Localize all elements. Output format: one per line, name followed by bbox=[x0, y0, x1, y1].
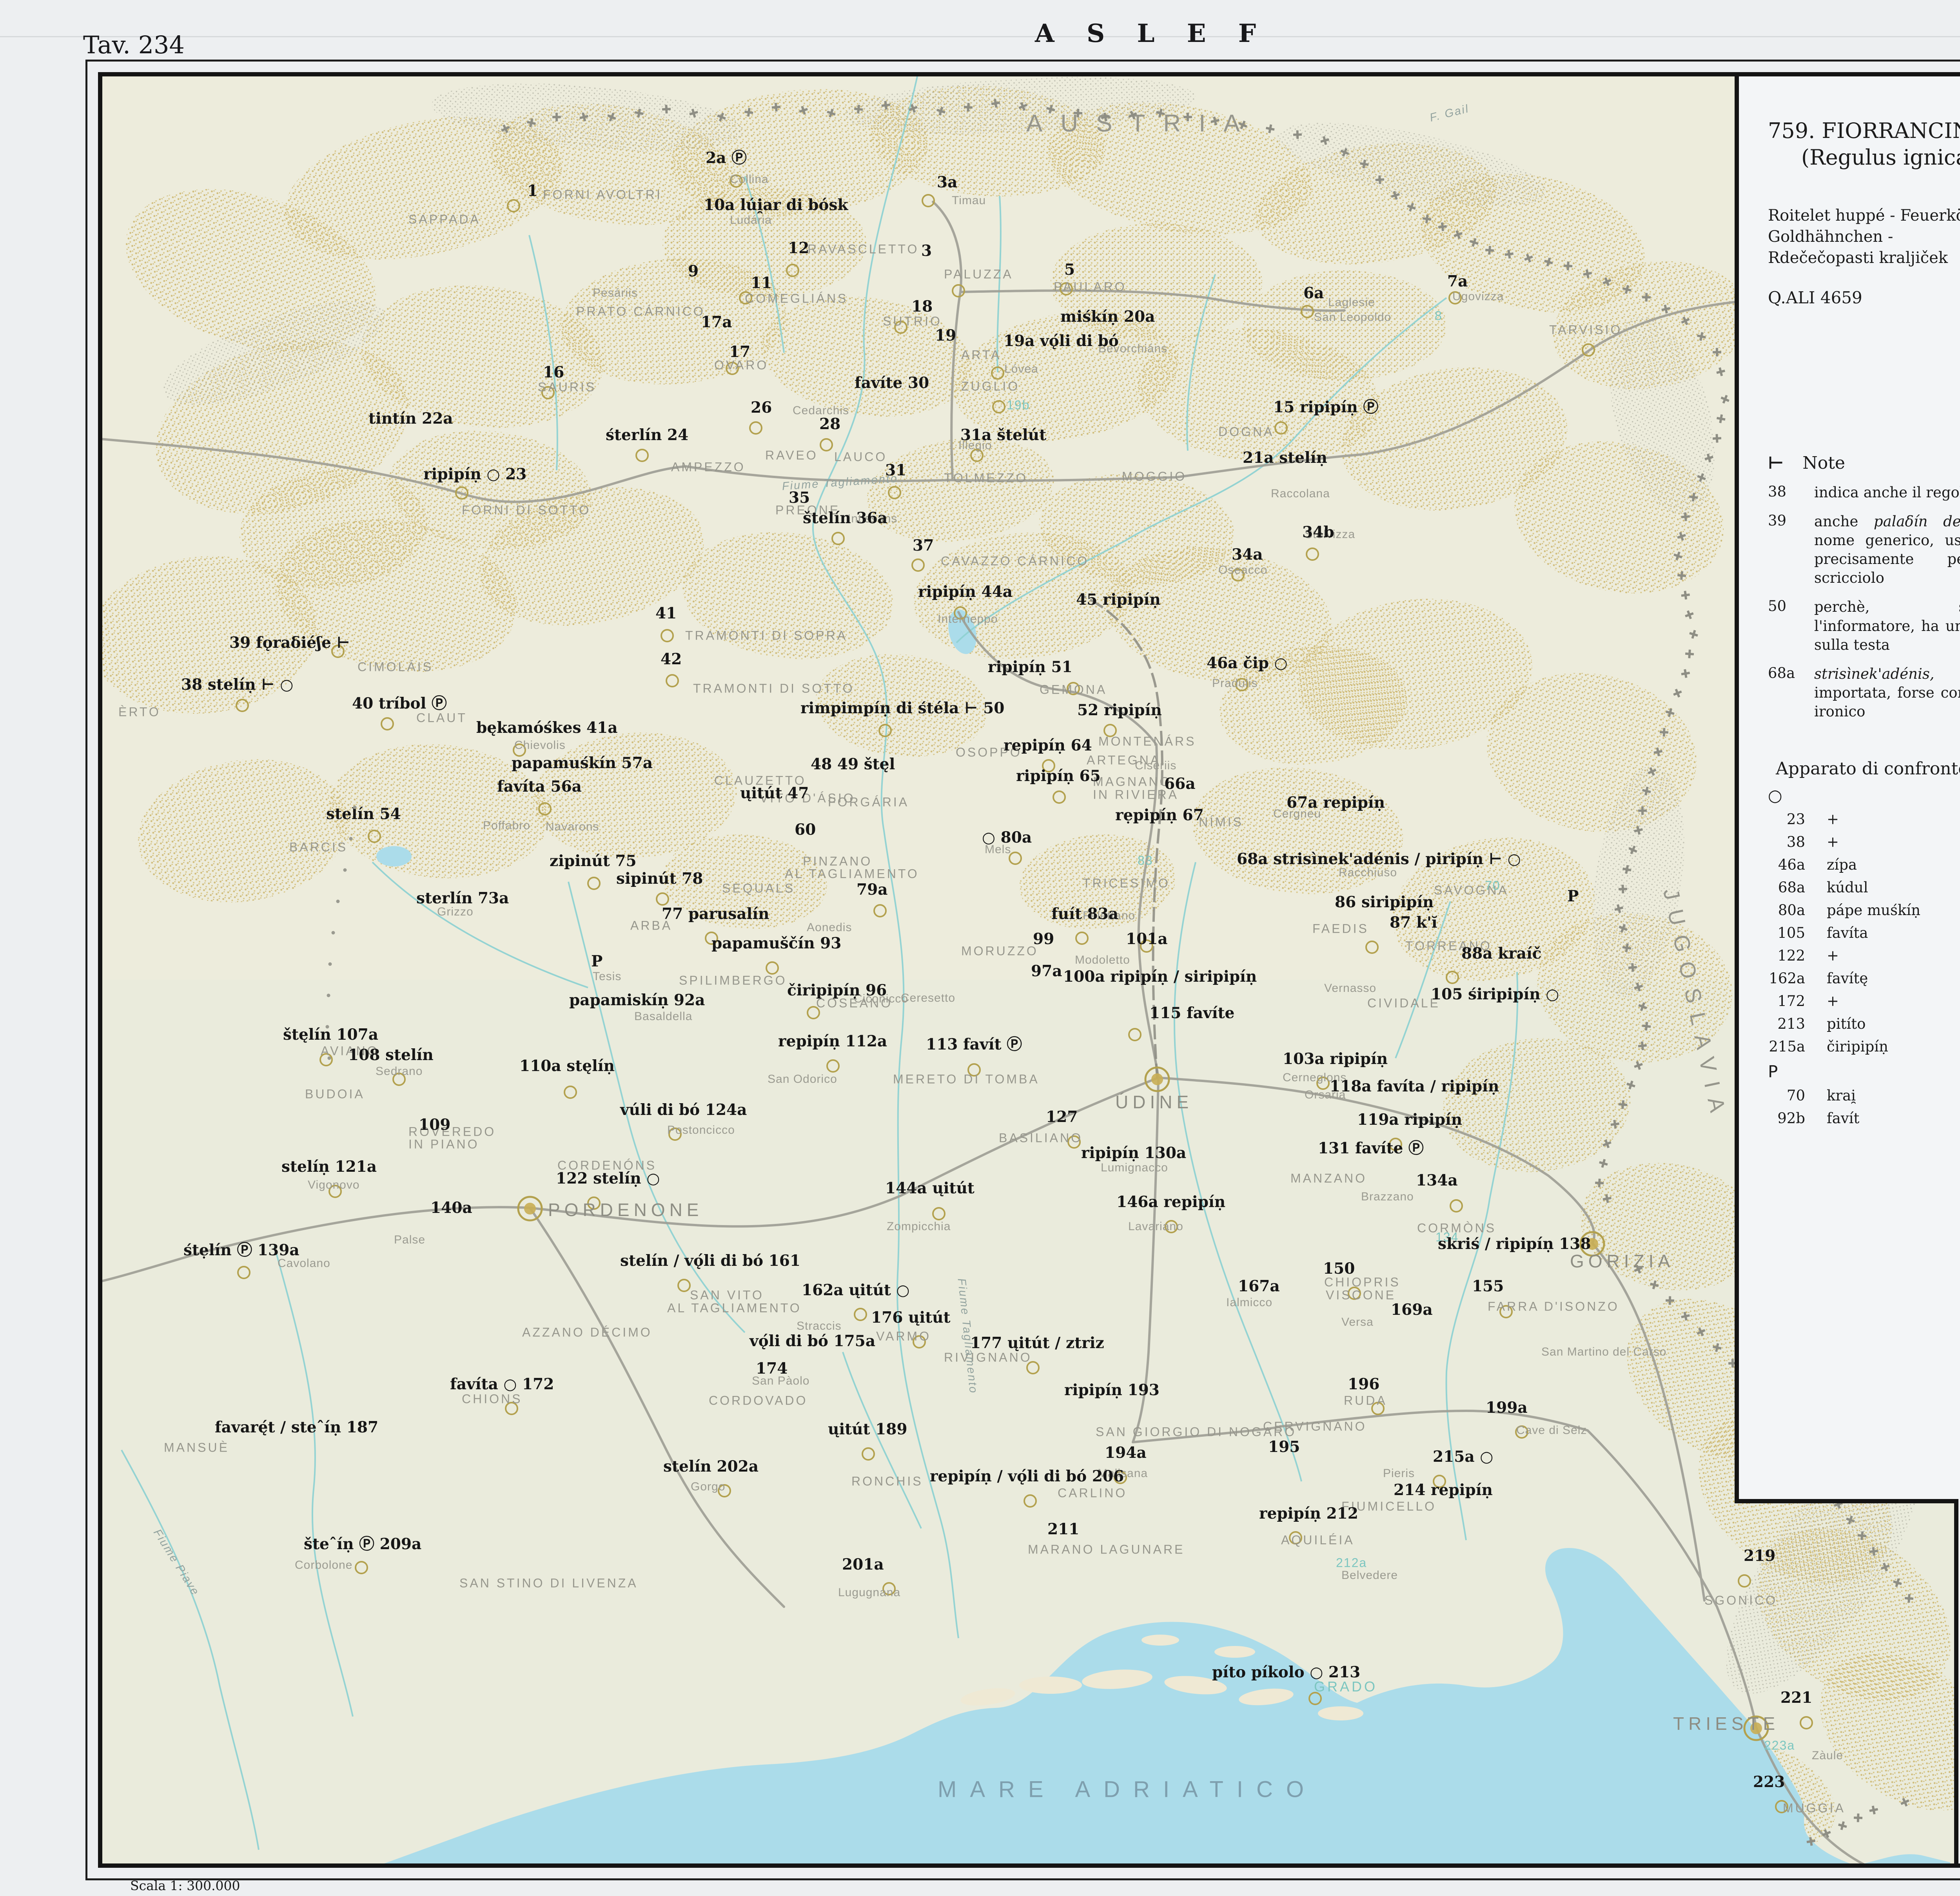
apparato-number: 68a bbox=[1768, 879, 1827, 896]
questionnaire-ref: Q.ALI 4659 bbox=[1768, 288, 1960, 307]
town-ring-marker bbox=[766, 962, 778, 974]
apparato-value: + bbox=[1827, 811, 1960, 828]
note-item: 68astrisìnek'adénis, voce importata, for… bbox=[1768, 665, 1960, 721]
species-latin: (Regulus ignicapillus Meyer) bbox=[1768, 144, 1960, 171]
town-ring-marker bbox=[1043, 760, 1054, 772]
town-ring-marker bbox=[706, 932, 717, 944]
apparato-row: 105favíta bbox=[1768, 924, 1960, 941]
note-number: 50 bbox=[1768, 598, 1814, 654]
apparato-value: favíta bbox=[1827, 924, 1960, 941]
apparato-symbol: P bbox=[1768, 1062, 1960, 1081]
apparato-number: 215a bbox=[1768, 1038, 1827, 1055]
species-title: 759. FIORRANCINO bbox=[1768, 118, 1960, 144]
town-ring-marker bbox=[750, 422, 762, 434]
note-number: 38 bbox=[1768, 483, 1814, 502]
note-text: indica anche il regolo bbox=[1814, 483, 1960, 502]
apparato-number: 162a bbox=[1768, 970, 1827, 987]
apparato-row: 172+ bbox=[1768, 993, 1960, 1010]
town-ring-marker bbox=[514, 744, 525, 756]
apparato-row: 38+ bbox=[1768, 834, 1960, 850]
note-item: 38indica anche il regolo bbox=[1768, 483, 1960, 502]
apparato-number: 92b bbox=[1768, 1110, 1827, 1127]
note-text: strisìnek'adénis, voce importata, forse … bbox=[1814, 665, 1960, 721]
town-ring-marker bbox=[1307, 548, 1318, 560]
apparato-list: ○23+38+46azípa68akúdul80apápe muśkíṇ105f… bbox=[1768, 786, 1960, 1127]
town-ring-marker bbox=[1141, 940, 1152, 952]
town-ring-marker bbox=[922, 195, 934, 207]
apparato-value: pápe muśkíṇ bbox=[1827, 902, 1960, 919]
town-ring-marker bbox=[1449, 292, 1461, 304]
apparato-value: + bbox=[1827, 834, 1960, 850]
town-ring-marker bbox=[1009, 852, 1021, 864]
apparato-value: favítę bbox=[1827, 970, 1960, 987]
apparato-value: krai̯ bbox=[1827, 1087, 1960, 1104]
note-number: 68a bbox=[1768, 665, 1814, 721]
species-translations: Roitelet huppé - Feuerköpfiges Goldhähnc… bbox=[1768, 205, 1960, 247]
note-text: anche palaδín de mǫ́nt, nome generico, u… bbox=[1814, 512, 1960, 587]
apparato-number: 46a bbox=[1768, 856, 1827, 873]
plate-number: Tav. 234 bbox=[83, 31, 185, 59]
apparato-number: 38 bbox=[1768, 834, 1827, 850]
apparato-row: 92bfavít bbox=[1768, 1110, 1960, 1127]
apparato-row: 80apápe muśkíṇ bbox=[1768, 902, 1960, 919]
town-ring-marker bbox=[588, 877, 600, 889]
town-ring-marker bbox=[1076, 932, 1088, 944]
apparato-number: 23 bbox=[1768, 811, 1827, 828]
town-ring-marker bbox=[381, 718, 393, 730]
note-item: 39anche palaδín de mǫ́nt, nome generico,… bbox=[1768, 512, 1960, 587]
species-translations-2: Rdečečopasti kraljiček bbox=[1768, 247, 1960, 268]
town-ring-marker bbox=[1366, 941, 1378, 953]
flag-icon: ⊢ bbox=[1768, 453, 1784, 473]
town-ring-marker bbox=[832, 533, 844, 544]
panel-border bbox=[1735, 1499, 1958, 1503]
town-ring-marker bbox=[666, 675, 678, 687]
note-list: 38indica anche il regolo39anche palaδín … bbox=[1768, 483, 1960, 721]
apparato-symbol: ○ bbox=[1768, 786, 1960, 805]
apparato-number: 122 bbox=[1768, 947, 1827, 964]
apparato-row: 23+ bbox=[1768, 811, 1960, 828]
apparato-value: kúdul bbox=[1827, 879, 1960, 896]
apparato-row: 162afavítę bbox=[1768, 970, 1960, 987]
apparato-value: čiripipíṇ bbox=[1827, 1038, 1960, 1055]
town-ring-marker bbox=[657, 893, 668, 905]
note-heading: ⊢ Note bbox=[1768, 453, 1960, 473]
apparato-row: 122+ bbox=[1768, 947, 1960, 964]
legend-content: 759. FIORRANCINO (Regulus ignicapillus M… bbox=[1768, 118, 1960, 1127]
apparato-row: 213pitíto bbox=[1768, 1015, 1960, 1032]
apparato-number: 70 bbox=[1768, 1087, 1827, 1104]
apparato-heading: Apparato di confronto bbox=[1768, 759, 1960, 779]
apparato-value: zípa bbox=[1827, 856, 1960, 873]
town-ring-marker bbox=[874, 905, 886, 917]
apparato-number: 80a bbox=[1768, 902, 1827, 919]
town-ring-marker bbox=[636, 450, 648, 461]
map-graphics bbox=[98, 72, 1960, 1868]
photo-edge-line bbox=[0, 36, 1960, 37]
note-number: 39 bbox=[1768, 512, 1814, 587]
apparato-number: 213 bbox=[1768, 1015, 1827, 1032]
apparato-row: 215ačiripipíṇ bbox=[1768, 1038, 1960, 1055]
apparato-row: 68akúdul bbox=[1768, 879, 1960, 896]
town-ring-marker bbox=[820, 439, 832, 451]
apparato-row: 46azípa bbox=[1768, 856, 1960, 873]
town-ring-marker bbox=[1053, 791, 1065, 803]
town-ring-marker bbox=[912, 559, 924, 571]
bird-panel bbox=[1954, 1499, 1960, 1868]
atlas-title: A S L E F bbox=[1035, 19, 1268, 48]
apparato-number: 172 bbox=[1768, 993, 1827, 1010]
apparato-value: pitíto bbox=[1827, 1015, 1960, 1032]
apparato-value: + bbox=[1827, 947, 1960, 964]
apparato-value: + bbox=[1827, 993, 1960, 1010]
note-item: 50perchè, secondo l'informatore, ha una … bbox=[1768, 598, 1960, 654]
town-ring-marker bbox=[1104, 725, 1116, 736]
town-ring-marker bbox=[661, 630, 673, 642]
apparato-value: favít bbox=[1827, 1110, 1960, 1127]
apparato-number: 105 bbox=[1768, 924, 1827, 941]
note-text: perchè, secondo l'informatore, ha una st… bbox=[1814, 598, 1960, 654]
apparato-row: 70krai̯ bbox=[1768, 1087, 1960, 1104]
